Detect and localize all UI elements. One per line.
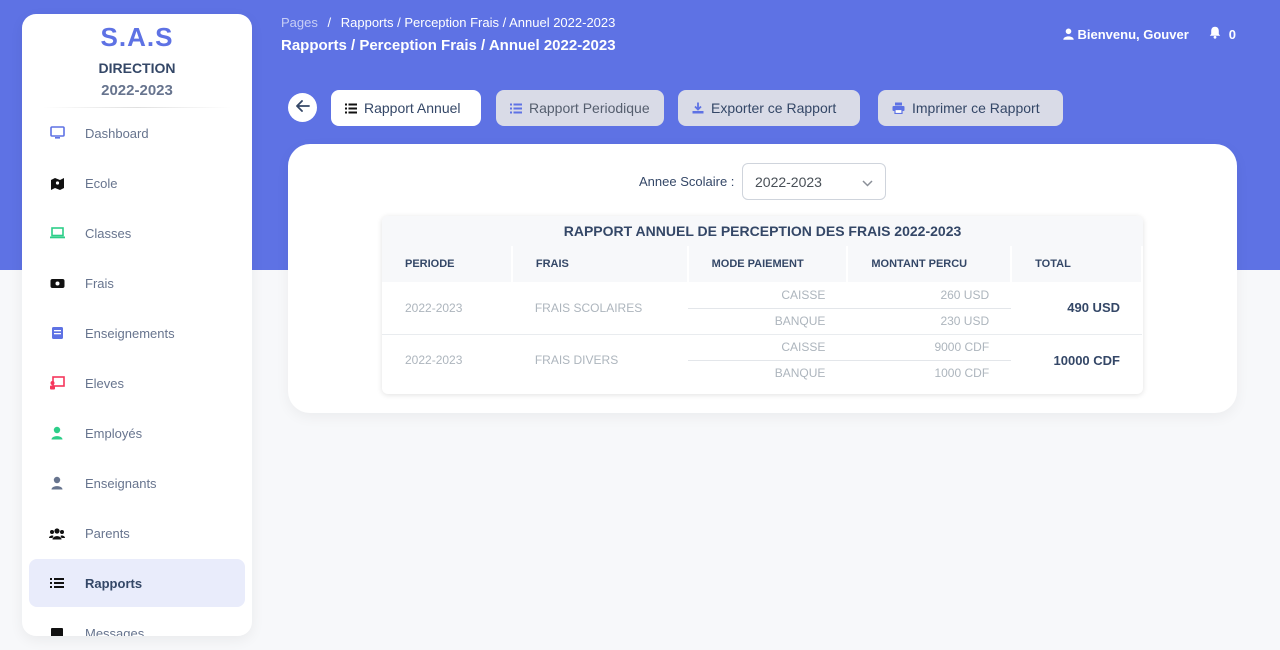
cell-frais: FRAIS DIVERS: [511, 333, 688, 386]
list-icon: [510, 103, 522, 114]
download-icon: [692, 102, 704, 114]
page-title: Rapports / Perception Frais / Annuel 202…: [281, 37, 616, 54]
column-header-total: TOTAL: [1011, 246, 1143, 282]
cell-mode: BANQUE: [687, 359, 848, 386]
sidebar-item-label: Dashboard: [85, 125, 149, 141]
notification-count: 0: [1228, 26, 1236, 42]
message-icon: [49, 625, 65, 636]
cell-montant: 230 USD: [847, 307, 1012, 334]
annual-report-label: Rapport Annuel: [364, 100, 461, 116]
column-header-mode: MODE PAIEMENT: [687, 246, 849, 282]
sidebar-item-label: Ecole: [85, 175, 118, 191]
report-title: RAPPORT ANNUEL DE PERCEPTION DES FRAIS 2…: [382, 216, 1143, 246]
user-icon: [1062, 28, 1074, 40]
sidebar-item-enseignants[interactable]: Enseignants: [29, 459, 245, 507]
print-report-label: Imprimer ce Rapport: [912, 100, 1040, 116]
cell-montant: 1000 CDF: [847, 359, 1012, 386]
sidebar-item-rapports[interactable]: Rapports: [29, 559, 245, 607]
column-header-montant: MONTANT PERCU: [847, 246, 1013, 282]
back-button[interactable]: [288, 93, 317, 122]
cell-mode: BANQUE: [687, 307, 848, 334]
cell-periode: 2022-2023: [405, 300, 463, 315]
export-report-label: Exporter ce Rapport: [711, 100, 837, 116]
sidebar-item-ecole[interactable]: Ecole: [29, 159, 245, 207]
cell-total: 10000 CDF: [1011, 333, 1142, 386]
cell-periode: 2022-2023: [382, 333, 512, 386]
breadcrumb-current: Rapports / Perception Frais / Annuel 202…: [340, 15, 616, 30]
brand-name[interactable]: S.A.S: [22, 22, 252, 53]
year-filter-label: Annee Scolaire :: [639, 174, 735, 189]
export-report-button[interactable]: Exporter ce Rapport: [678, 90, 860, 126]
user-greeting[interactable]: Bienvenu, Gouver: [1078, 27, 1189, 42]
breadcrumb-separator: /: [327, 15, 332, 30]
laptop-icon: [49, 225, 65, 241]
sidebar-item-label: Rapports: [85, 575, 143, 591]
sidebar-item-label: Employés: [85, 425, 143, 441]
year-select-value: 2022-2023: [755, 173, 822, 190]
sidebar-item-employes[interactable]: Employés: [29, 409, 245, 457]
breadcrumb: Pages / Rapports / Perception Frais / An…: [281, 15, 615, 30]
teacher-board-icon: [49, 375, 65, 391]
brand-year: 2022-2023: [101, 82, 173, 99]
periodic-report-button[interactable]: Rapport Periodique: [496, 90, 664, 126]
table-row: 2022-2023 FRAIS SCOLAIRES CAISSE 260 USD…: [382, 282, 1142, 316]
table-header-row: PERIODE FRAIS MODE PAIEMENT MONTANT PERC…: [382, 246, 1143, 282]
sidebar-item-label: Enseignements: [85, 325, 175, 341]
report-table-container: RAPPORT ANNUEL DE PERCEPTION DES FRAIS 2…: [382, 216, 1143, 394]
breadcrumb-root[interactable]: Pages: [281, 15, 318, 30]
report-table: PERIODE FRAIS MODE PAIEMENT MONTANT PERC…: [382, 246, 1143, 386]
sidebar-item-eleves[interactable]: Eleves: [29, 359, 245, 407]
user-icon: [49, 425, 65, 441]
brand-subtitle: DIRECTION: [98, 60, 176, 76]
sidebar-item-enseignements[interactable]: Enseignements: [29, 309, 245, 357]
sidebar-item-parents[interactable]: Parents: [29, 509, 245, 557]
list-icon: [49, 575, 65, 591]
monitor-icon: [49, 125, 65, 141]
cell-montant: 260 USD: [940, 287, 990, 302]
sidebar-item-label: Enseignants: [85, 475, 157, 491]
print-report-button[interactable]: Imprimer ce Rapport: [878, 90, 1063, 126]
arrow-left-icon: [295, 99, 310, 117]
brand-divider: [42, 107, 232, 108]
sidebar-item-messages[interactable]: Messages: [29, 609, 245, 636]
column-header-frais: FRAIS: [511, 246, 689, 282]
sidebar-item-dashboard[interactable]: Dashboard: [29, 109, 245, 157]
column-header-periode: PERIODE: [382, 246, 513, 282]
map-icon: [49, 175, 65, 191]
cell-montant: 9000 CDF: [847, 333, 1012, 360]
printer-icon: [892, 102, 905, 114]
sidebar-nav: Dashboard Ecole Classes Frais Enseigneme…: [22, 109, 252, 636]
cell-mode: CAISSE: [781, 287, 826, 302]
list-icon: [345, 103, 357, 114]
sidebar-item-label: Classes: [85, 225, 132, 241]
user-icon: [49, 475, 65, 491]
sidebar-item-frais[interactable]: Frais: [29, 259, 245, 307]
users-icon: [49, 525, 65, 541]
brand: S.A.S DIRECTION 2022-2023: [22, 14, 252, 108]
money-icon: [49, 275, 65, 291]
book-icon: [49, 325, 65, 341]
cell-mode: CAISSE: [687, 333, 848, 360]
sidebar-item-label: Messages: [85, 625, 145, 637]
sidebar-item-label: Eleves: [85, 375, 125, 391]
user-area: Bienvenu, Gouver 0: [1062, 26, 1236, 42]
periodic-report-label: Rapport Periodique: [529, 100, 650, 116]
sidebar-item-label: Frais: [85, 275, 114, 291]
chevron-down-icon: [862, 174, 873, 190]
cell-frais: FRAIS SCOLAIRES: [534, 300, 643, 315]
annual-report-button[interactable]: Rapport Annuel: [331, 90, 481, 126]
bell-icon: [1209, 26, 1221, 42]
sidebar-item-classes[interactable]: Classes: [29, 209, 245, 257]
year-select[interactable]: 2022-2023: [742, 163, 886, 200]
notification-button[interactable]: 0: [1209, 26, 1236, 42]
sidebar: S.A.S DIRECTION 2022-2023 Dashboard Ecol…: [22, 14, 252, 636]
sidebar-item-label: Parents: [85, 525, 130, 541]
cell-total: 490 USD: [1067, 300, 1120, 316]
table-row: 2022-2023 FRAIS DIVERS CAISSE 9000 CDF 1…: [382, 333, 1142, 386]
